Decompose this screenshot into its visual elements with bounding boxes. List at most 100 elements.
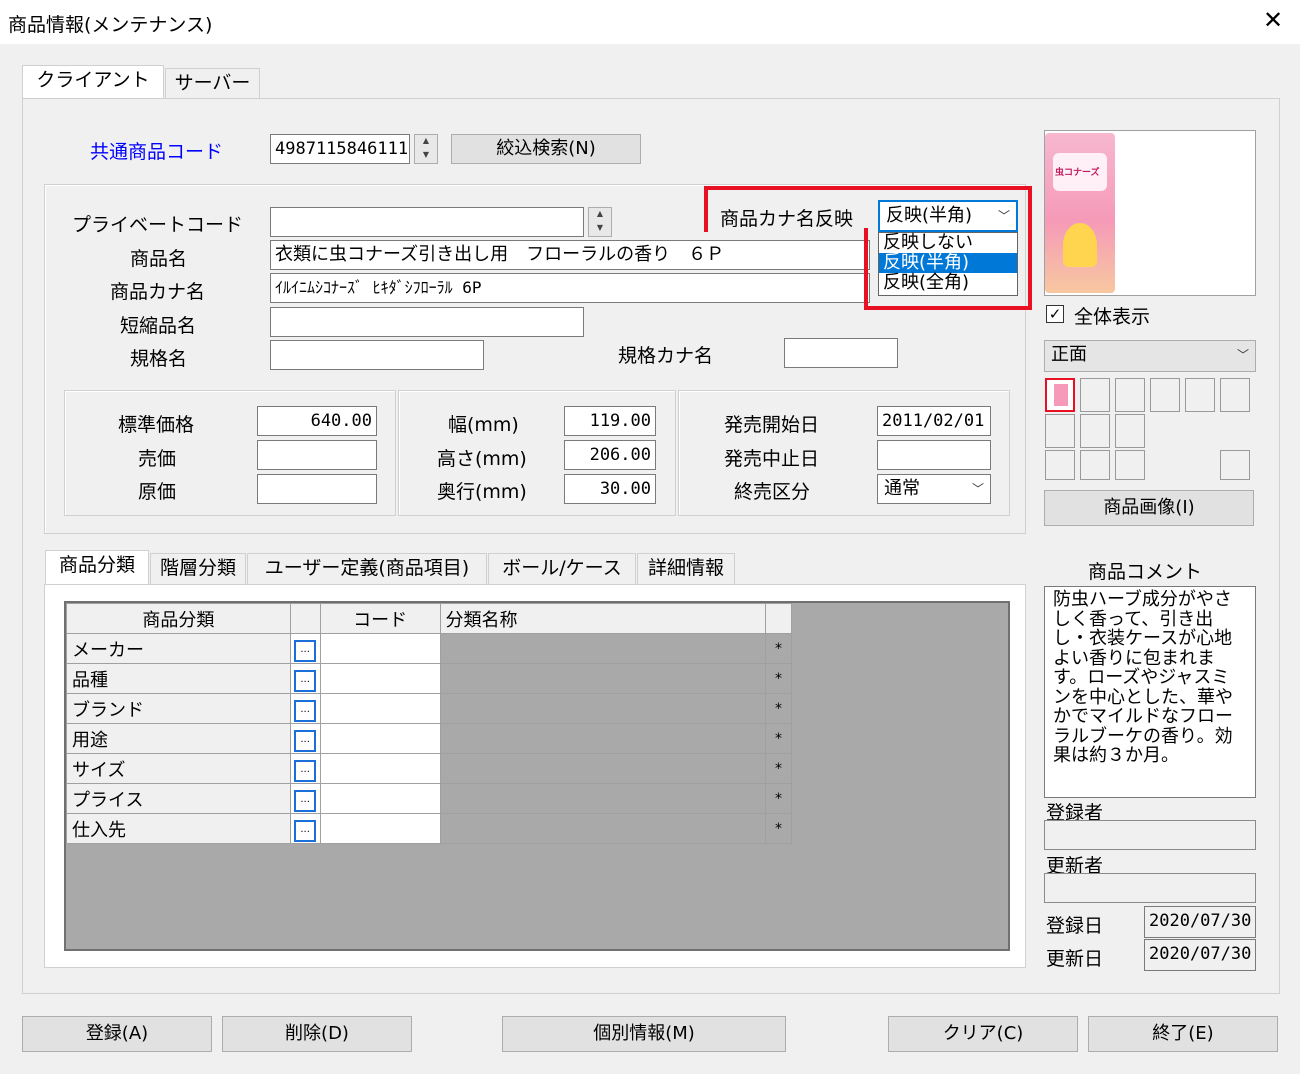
- cost-price-label: 原価: [138, 481, 177, 503]
- comment-textarea[interactable]: 防虫ハーブ成分がやさしく香って、引き出し・衣装ケースが心地よい香りに包まれます。…: [1044, 586, 1256, 798]
- row-code[interactable]: [319, 663, 441, 694]
- row-mark: *: [765, 723, 792, 754]
- table-row: プライス ... *: [66, 783, 792, 814]
- spin-up-icon[interactable]: ▲: [415, 135, 437, 149]
- delete-button[interactable]: 削除(D): [222, 1016, 412, 1052]
- tab-hierarchy-classification[interactable]: 階層分類: [150, 553, 246, 585]
- filter-search-button[interactable]: 絞込検索(N): [451, 134, 641, 164]
- product-kana-input[interactable]: ｲﾙｲﾆﾑｼｺﾅｰｽﾞ ﾋｷﾀﾞｼﾌﾛｰﾗﾙ 6P: [270, 273, 870, 303]
- row-class-name: [439, 633, 766, 664]
- spec-name-input[interactable]: [270, 340, 484, 370]
- depth-input[interactable]: 30.00: [564, 474, 656, 504]
- thumbnail-8[interactable]: [1080, 414, 1110, 448]
- header-code: コード: [319, 603, 441, 634]
- close-icon[interactable]: ✕: [1258, 6, 1288, 34]
- thumbnail-7[interactable]: [1045, 414, 1075, 448]
- common-code-input[interactable]: 4987115846111: [270, 134, 410, 164]
- spin-down-icon[interactable]: ▼: [589, 222, 611, 236]
- row-code[interactable]: [319, 783, 441, 814]
- individual-info-button[interactable]: 個別情報(M): [502, 1016, 786, 1052]
- cost-price-input[interactable]: [257, 474, 377, 504]
- view-select[interactable]: 正面 ﹀: [1044, 340, 1256, 372]
- lookup-button[interactable]: ...: [294, 669, 317, 692]
- window-title: 商品情報(メンテナンス): [8, 14, 213, 36]
- spec-kana-label: 規格カナ名: [618, 345, 714, 367]
- row-code[interactable]: [319, 693, 441, 724]
- row-mark: *: [765, 813, 792, 844]
- tab-detail-info[interactable]: 詳細情報: [637, 553, 735, 585]
- lookup-button[interactable]: ...: [294, 789, 317, 812]
- thumbnail-10[interactable]: [1045, 450, 1075, 480]
- private-code-input[interactable]: [270, 207, 584, 237]
- show-all-label: 全体表示: [1074, 306, 1151, 328]
- thumbnail-9[interactable]: [1115, 414, 1145, 448]
- table-row: メーカー ... *: [66, 633, 792, 664]
- row-class-name: [439, 753, 766, 784]
- row-mark: *: [765, 663, 792, 694]
- release-start-label: 発売開始日: [724, 414, 820, 436]
- option-full-width[interactable]: 反映(全角): [879, 273, 1017, 293]
- product-kana-label: 商品カナ名: [110, 281, 206, 303]
- exit-button[interactable]: 終了(E): [1088, 1016, 1278, 1052]
- row-code[interactable]: [319, 813, 441, 844]
- release-start-input[interactable]: 2011/02/01: [877, 406, 991, 436]
- kana-reflect-dropdown[interactable]: 反映しない 反映(半角) 反映(全角): [878, 232, 1018, 296]
- sale-price-input[interactable]: [257, 440, 377, 470]
- product-name-label: 商品名: [130, 248, 188, 270]
- release-stop-input[interactable]: [877, 440, 991, 470]
- standard-price-input[interactable]: 640.00: [257, 406, 377, 436]
- lookup-button[interactable]: ...: [294, 819, 317, 842]
- thumbnail-13[interactable]: [1220, 450, 1250, 480]
- row-code[interactable]: [319, 633, 441, 664]
- kana-reflect-select[interactable]: 反映(半角) ﹀: [878, 200, 1018, 232]
- release-stop-label: 発売中止日: [724, 448, 820, 470]
- spin-down-icon[interactable]: ▼: [415, 149, 437, 163]
- option-no-reflect[interactable]: 反映しない: [879, 233, 1017, 253]
- row-name: 用途: [66, 723, 291, 754]
- row-class-name: [439, 693, 766, 724]
- product-package-image: 虫コナーズ: [1045, 133, 1115, 293]
- product-image-button[interactable]: 商品画像(I): [1044, 490, 1254, 526]
- thumbnail-3[interactable]: [1115, 378, 1145, 412]
- show-all-checkbox[interactable]: ✓: [1046, 305, 1064, 323]
- height-label: 高さ(mm): [437, 448, 527, 470]
- lookup-button[interactable]: ...: [294, 729, 317, 752]
- short-name-input[interactable]: [270, 307, 584, 337]
- thumbnail-2[interactable]: [1080, 378, 1110, 412]
- thumbnail-12[interactable]: [1115, 450, 1145, 480]
- clear-button[interactable]: クリア(C): [888, 1016, 1078, 1052]
- product-name-input[interactable]: 衣類に虫コナーズ引き出し用 フローラルの香り ６Ｐ: [270, 240, 870, 270]
- tab-server[interactable]: サーバー: [165, 68, 260, 98]
- tab-user-defined[interactable]: ユーザー定義(商品項目): [247, 553, 487, 585]
- row-class-name: [439, 813, 766, 844]
- lookup-button[interactable]: ...: [294, 759, 317, 782]
- row-code[interactable]: [319, 753, 441, 784]
- header-blank: [289, 603, 321, 634]
- common-code-spinner[interactable]: ▲ ▼: [414, 134, 438, 164]
- tab-product-classification[interactable]: 商品分類: [45, 550, 149, 586]
- header-classification: 商品分類: [66, 603, 291, 634]
- kana-reflect-highlight-left: [864, 228, 868, 232]
- tab-client[interactable]: クライアント: [22, 65, 164, 99]
- end-type-select[interactable]: 通常 ﹀: [877, 474, 991, 504]
- lookup-button[interactable]: ...: [294, 639, 317, 662]
- lookup-button[interactable]: ...: [294, 699, 317, 722]
- private-code-label: プライベートコード: [72, 214, 244, 236]
- register-button[interactable]: 登録(A): [22, 1016, 212, 1052]
- table-row: 仕入先 ... *: [66, 813, 792, 844]
- option-half-width[interactable]: 反映(半角): [879, 253, 1017, 273]
- height-input[interactable]: 206.00: [564, 440, 656, 470]
- thumbnail-6[interactable]: [1220, 378, 1250, 412]
- width-input[interactable]: 119.00: [564, 406, 656, 436]
- spin-up-icon[interactable]: ▲: [589, 208, 611, 222]
- row-code[interactable]: [319, 723, 441, 754]
- thumbnail-11[interactable]: [1080, 450, 1110, 480]
- private-code-spinner[interactable]: ▲ ▼: [588, 207, 612, 237]
- row-mark: *: [765, 633, 792, 664]
- row-name: メーカー: [66, 633, 291, 664]
- tab-ball-case[interactable]: ボール/ケース: [488, 553, 636, 585]
- thumbnail-5[interactable]: [1185, 378, 1215, 412]
- thumbnail-4[interactable]: [1150, 378, 1180, 412]
- spec-kana-input[interactable]: [784, 338, 898, 368]
- thumbnail-1[interactable]: [1045, 378, 1075, 412]
